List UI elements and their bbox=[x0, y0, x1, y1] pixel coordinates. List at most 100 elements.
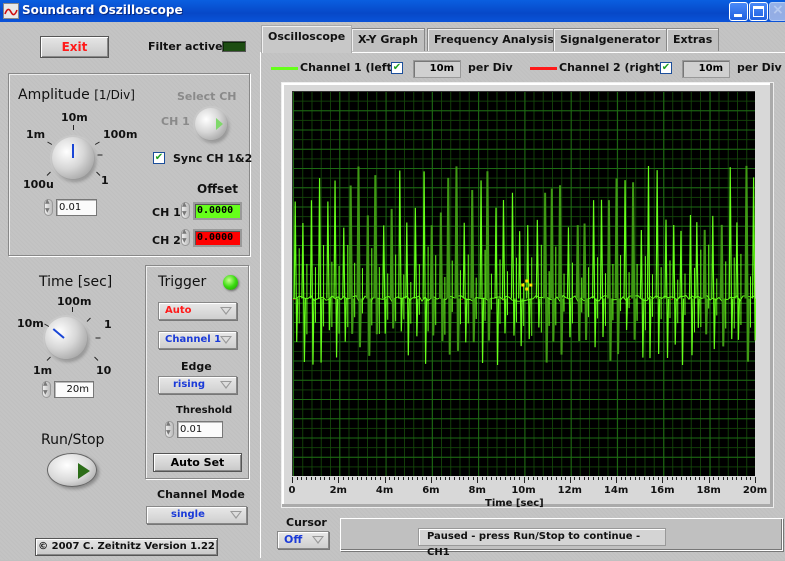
waveform-pulse bbox=[631, 182, 637, 340]
x-minor-tick bbox=[296, 477, 298, 480]
x-minor-tick bbox=[611, 477, 613, 480]
waveform-pulse bbox=[711, 215, 716, 350]
x-minor-tick bbox=[546, 477, 548, 480]
filter-led bbox=[222, 41, 246, 52]
amp-scale-label: 1m bbox=[26, 128, 46, 141]
cursor-dropdown[interactable]: Off bbox=[277, 531, 329, 549]
x-minor-tick bbox=[481, 477, 483, 480]
oscilloscope-plot[interactable] bbox=[292, 91, 756, 476]
threshold-spinner[interactable] bbox=[165, 420, 174, 438]
x-minor-tick bbox=[671, 477, 673, 480]
sync-label: Sync CH 1&2 bbox=[173, 152, 253, 165]
waveform-pulse bbox=[582, 223, 589, 341]
amplitude-knob-pointer bbox=[72, 144, 74, 158]
waveform-pulse bbox=[365, 215, 372, 356]
title-bar: Soundcard Oszilloscope × bbox=[0, 0, 785, 22]
tab-signalgenerator[interactable]: Signalgenerator bbox=[553, 28, 668, 51]
time-input[interactable]: 20m bbox=[54, 381, 94, 398]
minimize-button[interactable] bbox=[729, 2, 748, 21]
channel2-checkbox[interactable]: ✔ bbox=[660, 62, 672, 74]
chevron-down-icon bbox=[220, 381, 232, 389]
trigger-channel-dropdown[interactable]: Channel 1 bbox=[158, 331, 237, 349]
x-minor-tick bbox=[366, 477, 368, 480]
offset-ch1-spinner[interactable] bbox=[181, 201, 190, 219]
amp-scale-label: 100m bbox=[103, 128, 138, 141]
x-minor-tick bbox=[491, 477, 493, 480]
channel1-color-swatch bbox=[271, 67, 298, 70]
exit-button[interactable]: Exit bbox=[40, 36, 109, 58]
waveform-pulse bbox=[382, 225, 387, 334]
waveform-pulse bbox=[510, 192, 516, 336]
trigger-mode-dropdown[interactable]: Auto bbox=[158, 302, 237, 320]
x-minor-tick bbox=[518, 477, 520, 480]
time-knob[interactable] bbox=[45, 317, 87, 359]
edge-dropdown[interactable]: rising bbox=[158, 376, 237, 394]
x-minor-tick bbox=[676, 477, 678, 480]
amplitude-input[interactable]: 0.01 bbox=[56, 199, 97, 216]
select-ch-knob[interactable] bbox=[195, 108, 227, 140]
offset-ch2-label: CH 2 bbox=[152, 234, 181, 247]
waveform-pulse bbox=[398, 170, 403, 332]
waveform-pulse bbox=[735, 222, 741, 340]
x-tick-label: 6m bbox=[422, 485, 440, 496]
minimize-icon bbox=[734, 14, 742, 17]
waveform-pulse bbox=[535, 219, 541, 328]
filter-label: Filter active bbox=[148, 40, 223, 53]
channel-mode-dropdown[interactable]: single bbox=[146, 506, 247, 524]
amplitude-knob[interactable] bbox=[52, 137, 94, 179]
sync-checkbox[interactable]: ✔ bbox=[153, 152, 165, 164]
x-major-tick bbox=[292, 477, 293, 483]
amp-scale-label: 10m bbox=[61, 111, 88, 124]
auto-set-button[interactable]: Auto Set bbox=[153, 453, 242, 472]
tab-xy-graph[interactable]: X-Y Graph bbox=[351, 28, 425, 51]
x-tick-label: 18m bbox=[696, 485, 721, 496]
maximize-button[interactable] bbox=[749, 2, 768, 21]
tab-oscilloscope[interactable]: Oscilloscope bbox=[261, 25, 353, 53]
x-minor-tick bbox=[393, 477, 395, 480]
waveform-pulse bbox=[575, 225, 582, 341]
x-tick-label: 4m bbox=[375, 485, 394, 496]
x-minor-tick bbox=[426, 477, 428, 480]
channel1-checkbox[interactable]: ✔ bbox=[391, 62, 403, 74]
tab-frequency-analysis[interactable]: Frequency Analysis bbox=[427, 28, 561, 51]
amp-scale-label: 1 bbox=[101, 174, 109, 187]
waveform-pulse bbox=[356, 166, 362, 348]
offset-ch1-input[interactable]: 0.0000 bbox=[193, 202, 242, 220]
x-tick-label: 8m bbox=[468, 485, 486, 496]
x-tick-label: 16m bbox=[650, 485, 675, 496]
window-title: Soundcard Oszilloscope bbox=[22, 3, 183, 17]
close-button[interactable]: × bbox=[769, 2, 785, 21]
x-minor-tick bbox=[555, 477, 557, 480]
x-minor-tick bbox=[680, 477, 682, 480]
x-major-tick bbox=[708, 477, 710, 483]
x-minor-tick bbox=[574, 477, 576, 480]
x-minor-tick bbox=[444, 477, 446, 480]
x-minor-tick bbox=[329, 477, 331, 480]
x-tick-label: 0 bbox=[288, 485, 296, 496]
threshold-input[interactable]: 0.01 bbox=[177, 421, 223, 438]
x-minor-tick bbox=[592, 477, 594, 480]
x-minor-tick bbox=[342, 477, 344, 480]
x-minor-tick bbox=[727, 477, 729, 480]
channel1-per-div-input[interactable]: 10m bbox=[413, 60, 461, 78]
status-text: Paused - press Run/Stop to continue - CH… bbox=[418, 528, 666, 558]
waveform-pulse bbox=[438, 212, 445, 341]
offset-ch2-spinner[interactable] bbox=[181, 228, 190, 246]
amplitude-spinner[interactable] bbox=[44, 198, 53, 216]
tab-extras[interactable]: Extras bbox=[666, 28, 720, 51]
x-minor-tick bbox=[333, 477, 335, 480]
channel2-per-div-input[interactable]: 10m bbox=[682, 60, 730, 78]
x-major-tick bbox=[523, 477, 525, 483]
x-minor-tick bbox=[597, 477, 599, 480]
offset-ch2-input[interactable]: 0.0000 bbox=[193, 229, 242, 247]
x-minor-tick bbox=[315, 477, 317, 480]
x-minor-tick bbox=[389, 477, 391, 480]
waveform-pulse bbox=[348, 185, 355, 334]
time-spinner[interactable] bbox=[42, 380, 51, 398]
x-major-tick bbox=[755, 477, 756, 483]
waveform-pulse bbox=[599, 199, 605, 338]
waveform-pulse bbox=[446, 177, 452, 355]
waveform-pulse bbox=[751, 177, 756, 341]
waveform-pulse bbox=[744, 165, 750, 362]
run-stop-button[interactable] bbox=[47, 453, 97, 487]
